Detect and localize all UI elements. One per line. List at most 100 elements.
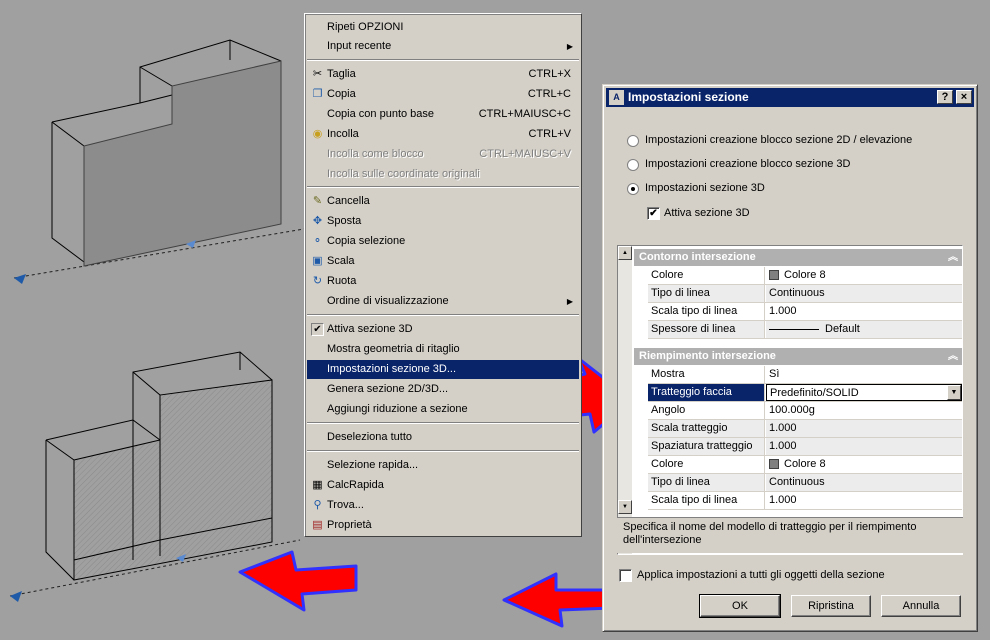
category-riempimento-intersezione[interactable]: Riempimento intersezione ︽ — [634, 348, 962, 365]
cancel-button[interactable]: Annulla — [881, 595, 961, 617]
radio-3d-block[interactable] — [627, 159, 639, 171]
menu-item-proprieta[interactable]: ▤ Proprietà — [307, 516, 579, 535]
menu-item-mostra-geometria[interactable]: Mostra geometria di ritaglio — [307, 340, 579, 359]
property-row-selected[interactable]: Tratteggio faccia Predefinito/SOLID ▼ — [648, 384, 962, 402]
menu-item-shortcut: CTRL+V — [528, 128, 572, 140]
calculator-icon: ▦ — [312, 479, 323, 491]
dropdown-arrow-icon[interactable]: ▼ — [947, 385, 961, 400]
properties-grid: ▲ ▼ Contorno intersezione ︽ Colore Colore … — [617, 245, 963, 555]
property-value[interactable]: Sì — [766, 366, 962, 383]
category-contorno-intersezione[interactable]: Contorno intersezione ︽ — [634, 249, 962, 266]
property-value-text: Colore 8 — [784, 269, 826, 281]
menu-item-label: Incolla come blocco — [327, 148, 424, 160]
property-key: Spessore di linea — [648, 321, 765, 338]
property-row[interactable]: Colore Colore 8 — [648, 267, 962, 285]
menu-item-sposta[interactable]: ✥ Sposta — [307, 212, 579, 231]
menu-item-incolla-coordinate: Incolla sulle coordinate originali — [307, 165, 579, 184]
menu-item-genera-sezione[interactable]: Genera sezione 2D/3D... — [307, 380, 579, 399]
vertical-scrollbar[interactable]: ▲ ▼ — [618, 246, 632, 554]
menu-item-label: Impostazioni sezione 3D... — [327, 363, 457, 375]
menu-item-shortcut: CTRL+X — [528, 68, 572, 80]
property-value[interactable]: 1.000 — [766, 303, 962, 320]
property-row[interactable]: Tipo di linea Continuous — [648, 474, 962, 492]
menu-item-aggiungi-riduzione[interactable]: Aggiungi riduzione a sezione — [307, 400, 579, 419]
menu-item-label: Attiva sezione 3D — [327, 323, 413, 335]
help-button[interactable]: ? — [937, 90, 953, 104]
collapse-chevron-icon[interactable]: ︽ — [948, 249, 958, 266]
menu-item-trova[interactable]: ⚲ Trova... — [307, 496, 579, 515]
menu-item-selezione-rapida[interactable]: Selezione rapida... — [307, 456, 579, 475]
property-key: Scala tratteggio — [648, 420, 765, 437]
menu-item-calcrapida[interactable]: ▦ CalcRapida — [307, 476, 579, 495]
menu-item-ripeti[interactable]: Ripeti OPZIONI — [307, 18, 579, 37]
radio-3d-section[interactable] — [627, 183, 639, 195]
menu-item-copia-punto-base[interactable]: Copia con punto base CTRL+MAIUSC+C — [307, 105, 579, 124]
property-row[interactable]: Colore Colore 8 — [648, 456, 962, 474]
menu-item-label: Ordine di visualizzazione — [327, 295, 449, 307]
menu-item-scala[interactable]: ▣ Scala — [307, 252, 579, 271]
menu-item-impostazioni-sezione[interactable]: Impostazioni sezione 3D... — [307, 360, 579, 379]
menu-item-input-recente[interactable]: Input recente ▶ — [307, 37, 579, 56]
menu-item-ordine-visualizzazione[interactable]: Ordine di visualizzazione ▶ — [307, 292, 579, 311]
scissors-icon: ✂ — [312, 68, 323, 80]
property-row[interactable]: Tipo di linea Continuous — [648, 285, 962, 303]
menu-item-attiva-sezione[interactable]: ✔ Attiva sezione 3D — [307, 320, 579, 339]
radio-label: Impostazioni creazione blocco sezione 3D — [645, 158, 851, 170]
close-button[interactable]: × — [956, 90, 972, 104]
category-title: Contorno intersezione — [639, 251, 756, 263]
dialog-titlebar[interactable]: A Impostazioni sezione ? × — [606, 88, 974, 107]
context-menu: Ripeti OPZIONI Input recente ▶ ✂ Taglia CTR… — [304, 13, 582, 537]
menu-item-ruota[interactable]: ↻ Ruota — [307, 272, 579, 291]
menu-item-copia[interactable]: ❐ Copia CTRL+C — [307, 85, 579, 104]
apply-all-checkbox[interactable] — [619, 569, 632, 582]
property-value[interactable]: 1.000 — [766, 438, 962, 455]
solid-object-bottom[interactable] — [45, 351, 273, 581]
menu-item-label: Taglia — [327, 68, 356, 80]
property-row[interactable]: Spaziatura tratteggio 1.000 — [648, 438, 962, 456]
menu-item-cancella[interactable]: ✎ Cancella — [307, 192, 579, 211]
section-solid-fill — [83, 60, 282, 267]
property-value[interactable]: 1.000 — [766, 492, 962, 509]
menu-item-taglia[interactable]: ✂ Taglia CTRL+X — [307, 65, 579, 84]
scroll-up-arrow-icon[interactable]: ▲ — [618, 246, 632, 260]
property-value[interactable]: Colore 8 — [766, 267, 962, 284]
red-arrow-left — [238, 550, 358, 612]
property-row[interactable]: Mostra Sì — [648, 366, 962, 384]
color-swatch-icon — [769, 459, 779, 470]
checkbox-label: Applica impostazioni a tutti gli oggetti… — [637, 569, 885, 581]
property-key: Angolo — [648, 402, 765, 419]
property-value[interactable]: Continuous — [766, 474, 962, 491]
property-value[interactable]: 100.000g — [766, 402, 962, 419]
reset-button[interactable]: Ripristina — [791, 595, 871, 617]
menu-item-deseleziona[interactable]: Deseleziona tutto — [307, 428, 579, 447]
menu-item-label: Ruota — [327, 275, 357, 287]
property-row[interactable]: Scala tipo di linea 1.000 — [648, 492, 962, 510]
menu-item-incolla[interactable]: ◉ Incolla CTRL+V — [307, 125, 579, 144]
checkbox-label: Attiva sezione 3D — [664, 207, 750, 219]
property-row[interactable]: Scala tipo di linea 1.000 — [648, 303, 962, 321]
lineweight-sample-icon — [769, 328, 819, 330]
property-key: Tipo di linea — [648, 285, 765, 302]
properties-icon: ▤ — [312, 519, 323, 531]
menu-item-label: Copia — [327, 88, 356, 100]
property-value[interactable]: Colore 8 — [766, 456, 962, 473]
menu-item-label: Proprietà — [327, 519, 372, 531]
radio-2d-elevation[interactable] — [627, 135, 639, 147]
menu-item-label: Incolla sulle coordinate originali — [327, 168, 480, 180]
property-row[interactable]: Spessore di linea Default — [648, 321, 962, 339]
collapse-chevron-icon[interactable]: ︽ — [948, 348, 958, 365]
property-key: Mostra — [648, 366, 765, 383]
menu-item-copia-selezione[interactable]: ⚬ Copia selezione — [307, 232, 579, 251]
property-value[interactable]: Continuous — [766, 285, 962, 302]
activate-section-checkbox[interactable]: ✔ — [647, 207, 660, 220]
property-value[interactable]: Default — [766, 321, 962, 338]
hatch-pattern-dropdown[interactable]: Predefinito/SOLID ▼ — [766, 384, 962, 401]
property-value[interactable]: 1.000 — [766, 420, 962, 437]
property-row[interactable]: Angolo 100.000g — [648, 402, 962, 420]
scroll-down-arrow-icon[interactable]: ▼ — [618, 500, 632, 514]
menu-item-label: Deseleziona tutto — [327, 431, 412, 443]
ok-button[interactable]: OK — [699, 594, 781, 618]
property-row[interactable]: Scala tratteggio 1.000 — [648, 420, 962, 438]
property-key: Tratteggio faccia — [648, 384, 765, 401]
property-description: Specifica il nome del modello di tratteg… — [617, 517, 963, 553]
